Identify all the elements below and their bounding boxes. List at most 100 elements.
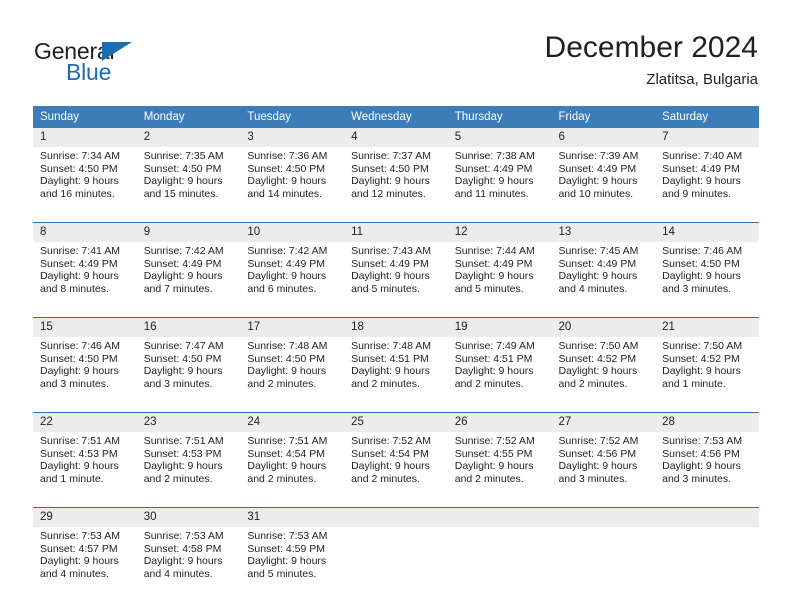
daylight-line2-text: and 3 minutes. bbox=[558, 472, 628, 485]
day-cell[interactable]: Sunrise: 7:50 AM Sunset: 4:52 PM Daylight:… bbox=[655, 337, 759, 412]
sunset-text: Sunset: 4:53 PM bbox=[143, 447, 222, 460]
daylight-line2-text: and 12 minutes. bbox=[351, 187, 426, 200]
sunset-text: Sunset: 4:53 PM bbox=[40, 447, 118, 460]
day-detail-row: Sunrise: 7:53 AM Sunset: 4:57 PM Daylight:… bbox=[33, 527, 759, 602]
day-number[interactable]: 24 bbox=[240, 413, 345, 432]
day-cell[interactable]: Sunrise: 7:38 AM Sunset: 4:49 PM Daylight:… bbox=[447, 147, 552, 222]
daylight-line1-text: Daylight: 9 hours bbox=[662, 460, 741, 473]
day-cell[interactable]: Sunrise: 7:43 AM Sunset: 4:49 PM Daylight:… bbox=[344, 242, 448, 317]
day-cell[interactable]: Sunrise: 7:48 AM Sunset: 4:50 PM Daylight:… bbox=[240, 337, 345, 412]
day-number[interactable]: 7 bbox=[655, 128, 759, 147]
sunset-text: Sunset: 4:50 PM bbox=[247, 162, 326, 175]
weekday-header-thursday: Thursday bbox=[447, 106, 552, 128]
day-number[interactable]: 17 bbox=[240, 318, 345, 337]
day-cell[interactable]: Sunrise: 7:42 AM Sunset: 4:49 PM Daylight:… bbox=[240, 242, 345, 317]
day-cell[interactable]: Sunrise: 7:34 AM Sunset: 4:50 PM Daylight:… bbox=[33, 147, 137, 222]
daylight-line2-text: and 5 minutes. bbox=[454, 282, 524, 295]
sunrise-text: Sunrise: 7:51 AM bbox=[247, 435, 328, 447]
day-number[interactable]: 3 bbox=[240, 128, 345, 147]
day-cell[interactable]: Sunrise: 7:35 AM Sunset: 4:50 PM Daylight:… bbox=[136, 147, 241, 222]
day-cell[interactable]: Sunrise: 7:53 AM Sunset: 4:59 PM Daylight:… bbox=[240, 527, 345, 602]
day-number[interactable]: 18 bbox=[344, 318, 448, 337]
day-number[interactable]: 20 bbox=[551, 318, 656, 337]
day-number[interactable]: 15 bbox=[33, 318, 137, 337]
day-number[interactable]: 8 bbox=[33, 223, 137, 242]
sunrise-text: Sunrise: 7:40 AM bbox=[662, 150, 743, 162]
day-cell[interactable]: Sunrise: 7:49 AM Sunset: 4:51 PM Daylight:… bbox=[447, 337, 552, 412]
day-number[interactable]: 11 bbox=[344, 223, 448, 242]
sunrise-text: Sunrise: 7:34 AM bbox=[40, 150, 120, 162]
day-number[interactable]: 16 bbox=[136, 318, 241, 337]
logo-text-blue: Blue bbox=[66, 59, 112, 85]
day-cell[interactable]: Sunrise: 7:40 AM Sunset: 4:49 PM Daylight:… bbox=[655, 147, 759, 222]
day-number[interactable]: 25 bbox=[344, 413, 448, 432]
day-cell[interactable]: Sunrise: 7:53 AM Sunset: 4:58 PM Daylight:… bbox=[136, 527, 241, 602]
day-number[interactable]: 1 bbox=[33, 128, 137, 147]
day-cell[interactable]: Sunrise: 7:51 AM Sunset: 4:54 PM Daylight:… bbox=[240, 432, 345, 507]
weekday-header-wednesday: Wednesday bbox=[344, 106, 448, 128]
daylight-line2-text: and 2 minutes. bbox=[247, 377, 317, 390]
sunrise-text: Sunrise: 7:45 AM bbox=[558, 245, 639, 257]
day-number[interactable]: 31 bbox=[240, 508, 345, 527]
day-cell[interactable]: Sunrise: 7:52 AM Sunset: 4:55 PM Daylight:… bbox=[447, 432, 552, 507]
sunset-text: Sunset: 4:52 PM bbox=[662, 352, 740, 365]
daylight-line1-text: Daylight: 9 hours bbox=[40, 460, 119, 473]
day-number[interactable]: 28 bbox=[655, 413, 759, 432]
sunrise-text: Sunrise: 7:48 AM bbox=[247, 340, 328, 352]
day-number[interactable]: 29 bbox=[33, 508, 137, 527]
day-number[interactable]: 10 bbox=[240, 223, 345, 242]
daylight-line1-text: Daylight: 9 hours bbox=[247, 460, 327, 473]
day-cell[interactable]: Sunrise: 7:46 AM Sunset: 4:50 PM Daylight:… bbox=[33, 337, 137, 412]
day-cell[interactable]: Sunrise: 7:41 AM Sunset: 4:49 PM Daylight:… bbox=[33, 242, 137, 317]
day-cell[interactable]: Sunrise: 7:51 AM Sunset: 4:53 PM Daylight:… bbox=[136, 432, 241, 507]
day-number[interactable]: 2 bbox=[136, 128, 241, 147]
sunset-text: Sunset: 4:51 PM bbox=[351, 352, 429, 365]
day-number[interactable]: 26 bbox=[447, 413, 552, 432]
day-number[interactable]: 5 bbox=[447, 128, 552, 147]
sunrise-text: Sunrise: 7:41 AM bbox=[40, 245, 120, 257]
day-number[interactable]: 6 bbox=[551, 128, 656, 147]
day-cell[interactable]: Sunrise: 7:42 AM Sunset: 4:49 PM Daylight:… bbox=[136, 242, 241, 317]
sunrise-text: Sunrise: 7:47 AM bbox=[143, 340, 224, 352]
day-cell[interactable]: Sunrise: 7:51 AM Sunset: 4:53 PM Daylight:… bbox=[33, 432, 137, 507]
daylight-line2-text: and 10 minutes. bbox=[558, 187, 634, 200]
day-number[interactable]: 19 bbox=[447, 318, 552, 337]
day-cell[interactable]: Sunrise: 7:44 AM Sunset: 4:49 PM Daylight:… bbox=[447, 242, 552, 317]
day-cell[interactable]: Sunrise: 7:45 AM Sunset: 4:49 PM Daylight:… bbox=[551, 242, 656, 317]
day-cell[interactable]: Sunrise: 7:37 AM Sunset: 4:50 PM Daylight:… bbox=[344, 147, 448, 222]
daylight-line1-text: Daylight: 9 hours bbox=[247, 175, 327, 188]
day-number[interactable]: 21 bbox=[655, 318, 759, 337]
day-cell[interactable]: Sunrise: 7:47 AM Sunset: 4:50 PM Daylight:… bbox=[136, 337, 241, 412]
day-detail-row: Sunrise: 7:34 AM Sunset: 4:50 PM Daylight:… bbox=[33, 147, 759, 222]
day-number[interactable]: 27 bbox=[551, 413, 656, 432]
day-number[interactable]: 9 bbox=[136, 223, 241, 242]
day-number[interactable]: 30 bbox=[136, 508, 241, 527]
day-cell[interactable]: Sunrise: 7:48 AM Sunset: 4:51 PM Daylight:… bbox=[344, 337, 448, 412]
daylight-line1-text: Daylight: 9 hours bbox=[454, 460, 534, 473]
day-cell[interactable]: Sunrise: 7:53 AM Sunset: 4:56 PM Daylight:… bbox=[655, 432, 759, 507]
page-header: General Blue December 2024 Zlatitsa, Bul… bbox=[0, 0, 792, 96]
sunrise-text: Sunrise: 7:53 AM bbox=[247, 530, 328, 542]
day-number-row: 1234567 bbox=[33, 128, 759, 147]
day-number[interactable]: 4 bbox=[344, 128, 448, 147]
daylight-line2-text: and 3 minutes. bbox=[662, 472, 732, 485]
day-detail-row: Sunrise: 7:41 AM Sunset: 4:49 PM Daylight:… bbox=[33, 242, 759, 317]
day-cell[interactable]: Sunrise: 7:39 AM Sunset: 4:49 PM Daylight:… bbox=[551, 147, 656, 222]
day-number[interactable]: 14 bbox=[655, 223, 759, 242]
day-number[interactable]: 12 bbox=[447, 223, 552, 242]
day-number[interactable]: 13 bbox=[551, 223, 656, 242]
daylight-line1-text: Daylight: 9 hours bbox=[558, 365, 638, 378]
day-cell[interactable]: Sunrise: 7:46 AM Sunset: 4:50 PM Daylight:… bbox=[655, 242, 759, 317]
daylight-line1-text: Daylight: 9 hours bbox=[662, 365, 741, 378]
day-cell[interactable]: Sunrise: 7:36 AM Sunset: 4:50 PM Daylight:… bbox=[240, 147, 345, 222]
daylight-line2-text: and 4 minutes. bbox=[40, 567, 109, 580]
sunrise-text: Sunrise: 7:44 AM bbox=[454, 245, 535, 257]
day-cell[interactable]: Sunrise: 7:53 AM Sunset: 4:57 PM Daylight:… bbox=[33, 527, 137, 602]
day-cell[interactable]: Sunrise: 7:52 AM Sunset: 4:54 PM Daylight:… bbox=[344, 432, 448, 507]
day-number[interactable]: 22 bbox=[33, 413, 137, 432]
daylight-line1-text: Daylight: 9 hours bbox=[662, 175, 741, 188]
day-cell[interactable]: Sunrise: 7:50 AM Sunset: 4:52 PM Daylight:… bbox=[551, 337, 656, 412]
daylight-line2-text: and 2 minutes. bbox=[143, 472, 213, 485]
day-cell[interactable]: Sunrise: 7:52 AM Sunset: 4:56 PM Daylight:… bbox=[551, 432, 656, 507]
day-number[interactable]: 23 bbox=[136, 413, 241, 432]
